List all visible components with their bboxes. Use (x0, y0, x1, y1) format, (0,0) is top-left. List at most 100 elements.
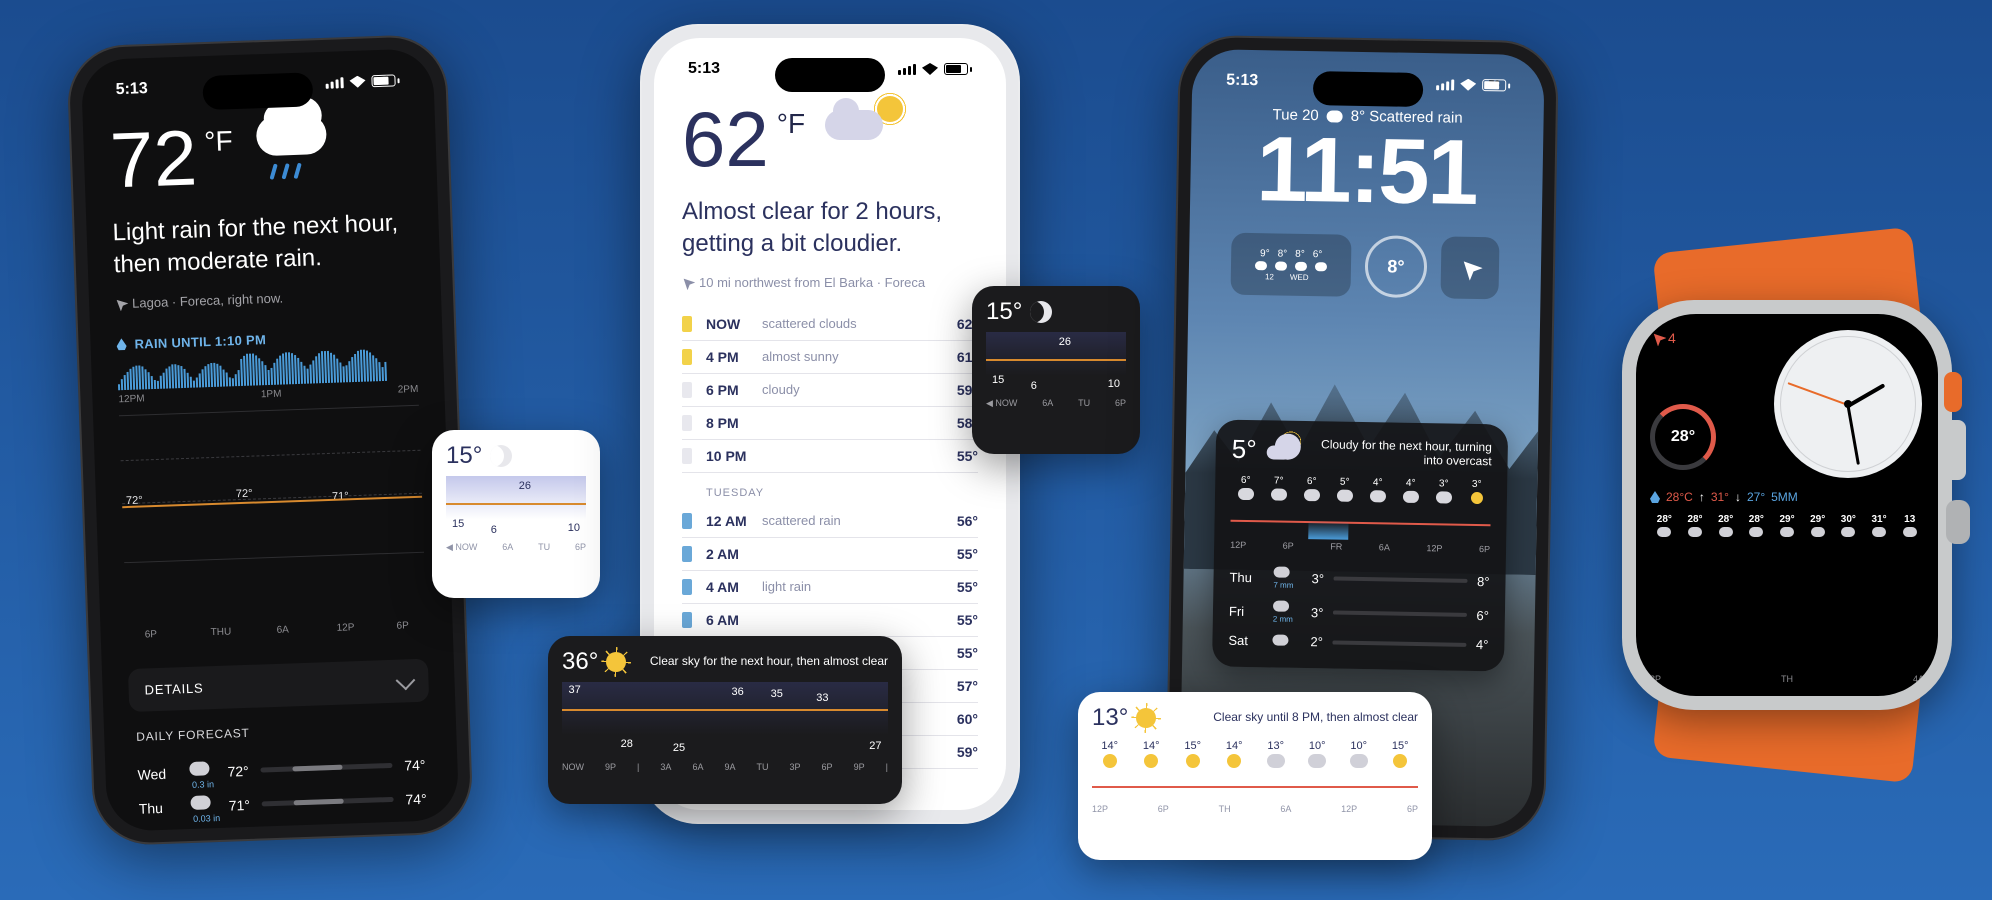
widget-small-dark[interactable]: 15° 15 6 26 10 ◀ NOW6ATU6P (972, 286, 1140, 454)
signal-icon (325, 77, 343, 89)
weather-summary: Almost clear for 2 hours, getting a bit … (682, 196, 978, 261)
hour-cell: 15° (1175, 740, 1211, 770)
hour-cell: 13° (1258, 740, 1294, 770)
ls-widget-temp-ring[interactable]: 8° (1364, 235, 1427, 298)
action-button[interactable] (1944, 372, 1962, 412)
ls-widget-wind[interactable] (1440, 236, 1499, 299)
hour-cell: 6° (1231, 475, 1260, 503)
widget-medium-sunny[interactable]: 36°Clear sky for the next hour, then alm… (548, 636, 902, 804)
hour-cell: 13 (1895, 514, 1924, 539)
hour-cell: 4° (1396, 478, 1425, 506)
hour-cell: 31° (1865, 514, 1894, 539)
lockscreen-widgets-row: 9°8°8°6° 12WED 8° (1188, 232, 1541, 300)
hour-cell: 3° (1429, 478, 1458, 506)
daily-row[interactable]: Thu7 mm3°8° (1229, 560, 1490, 599)
moon-icon (1030, 301, 1052, 323)
hour-cell: 3° (1462, 479, 1491, 507)
partly-cloudy-icon (1266, 439, 1296, 462)
watch-xlabels: 8PTH4A (1650, 674, 1924, 684)
widget-mini-chart (1092, 774, 1418, 802)
apple-watch: 4 28° 28°C ↑31° ↓27° 5MM 28°28°28°28°29°… (1622, 300, 1952, 710)
widget-temp: 13° (1092, 704, 1128, 732)
hourly-row[interactable]: 10 PM55° (682, 440, 978, 473)
dynamic-island (775, 58, 885, 92)
location-label: Lagoa · Foreca, right now. (115, 286, 415, 311)
widget-temp: 15° (446, 442, 482, 470)
ls-widget-hourly[interactable]: 9°8°8°6° 12WED (1230, 233, 1351, 297)
wifi-icon (349, 75, 365, 88)
location-arrow-icon (113, 296, 129, 312)
digital-crown[interactable] (1946, 500, 1970, 544)
moon-icon (490, 445, 512, 467)
status-time: 5:13 (115, 80, 148, 99)
temp-unit: °F (777, 108, 805, 140)
battery-icon: 76 (371, 74, 399, 87)
wind-arrow-icon (1457, 255, 1482, 280)
hour-cell: 5° (1330, 476, 1359, 504)
hour-cell: 10° (1300, 740, 1336, 770)
partly-cloudy-icon (825, 100, 903, 148)
daily-row[interactable]: Sat2°4° (1228, 628, 1488, 658)
rain-until-label: RAIN UNTIL 1:10 PM (116, 327, 416, 352)
raindrop-icon (116, 338, 126, 350)
hour-cell: 6° (1297, 476, 1326, 504)
hourly-row[interactable]: 4 PMalmost sunny61° (682, 341, 978, 374)
hourly-row[interactable]: 8 PM58° (682, 407, 978, 440)
daily-forecast-header: DAILY FORECAST (136, 720, 424, 744)
hourly-row[interactable]: NOWscattered clouds62° (682, 308, 978, 341)
complication-temp-strip[interactable]: 28°C ↑31° ↓27° 5MM (1650, 490, 1924, 504)
raindrop-icon (1650, 491, 1660, 503)
hour-cell: 15° (1383, 740, 1419, 770)
rain-cloud-icon (252, 114, 332, 175)
complication-compass[interactable]: 4 (1652, 330, 1676, 346)
current-temp: 72 (109, 118, 198, 199)
temp-unit: °F (204, 125, 233, 158)
hourly-row[interactable]: 6 AM55° (682, 604, 978, 637)
widget-desc: Clear sky until 8 PM, then almost clear (1164, 710, 1418, 726)
widget-chart: 15 6 26 10 (986, 332, 1126, 394)
hour-cell: 14° (1092, 740, 1128, 770)
watch-hourly-forecast[interactable]: 28°28°28°28°29°29°30°31°13 (1650, 514, 1924, 539)
phone-dark: 5:13 76 72 °F Light rain for the next ho… (66, 34, 474, 847)
widget-small-light[interactable]: 15° 15 6 26 10 ◀ NOW6ATU6P (432, 430, 600, 598)
signal-icon (898, 64, 916, 75)
widget-chart: 37 28 25 36 35 33 27 (562, 682, 888, 758)
hourly-temp-chart[interactable]: 72° 72° 71° (119, 405, 424, 563)
widget-temp: 15° (986, 298, 1022, 326)
dynamic-island (202, 72, 313, 110)
daily-row[interactable]: Fri2 mm3°6° (1229, 594, 1490, 633)
hour-cell: 28° (1650, 514, 1679, 539)
status-time: 5:13 (688, 60, 720, 78)
day-label: TUESDAY (682, 473, 978, 505)
compass-arrow-icon (1650, 330, 1667, 347)
details-section-header[interactable]: DETAILS (128, 658, 429, 711)
sun-icon (1136, 708, 1156, 728)
analog-clock-face (1774, 330, 1922, 478)
battery-icon: 76 (944, 63, 972, 75)
dynamic-island (1313, 71, 1424, 107)
hour-cell: 28° (1742, 514, 1771, 539)
hourly-row[interactable]: 6 PMcloudy59° (682, 374, 978, 407)
widget-medium-clear[interactable]: 13° Clear sky until 8 PM, then almost cle… (1078, 692, 1432, 860)
widget-temp: 36° (562, 648, 598, 676)
signal-icon (1436, 79, 1454, 90)
chevron-down-icon (396, 671, 416, 691)
hourly-row[interactable]: 4 AMlight rain55° (682, 571, 978, 604)
sun-icon (606, 652, 626, 672)
widget-chart: 15 6 26 10 (446, 476, 586, 538)
hour-cell: 30° (1834, 514, 1863, 539)
wifi-icon (922, 63, 938, 75)
wifi-icon (1460, 79, 1476, 91)
location-label: 10 mi northwest from El Barka · Foreca (682, 275, 978, 290)
lockscreen-forecast-widget[interactable]: 5° Cloudy for the next hour, turning int… (1212, 419, 1508, 671)
widget-desc: Cloudy for the next hour, turning into o… (1306, 437, 1492, 468)
location-arrow-icon (680, 275, 696, 291)
watch-display[interactable]: 4 28° 28°C ↑31° ↓27° 5MM 28°28°28°28°29°… (1636, 314, 1938, 696)
widget-temp: 5° (1232, 434, 1257, 465)
hourly-row[interactable]: 12 AMscattered rain56° (682, 505, 978, 538)
hourly-row[interactable]: 2 AM55° (682, 538, 978, 571)
hour-cell: 10° (1341, 740, 1377, 770)
hour-cell: 29° (1773, 514, 1802, 539)
hourly-precip-chart[interactable]: 6P THU 6A 12P 6P (124, 556, 426, 642)
complication-temp-ring[interactable]: 28° (1650, 404, 1716, 470)
